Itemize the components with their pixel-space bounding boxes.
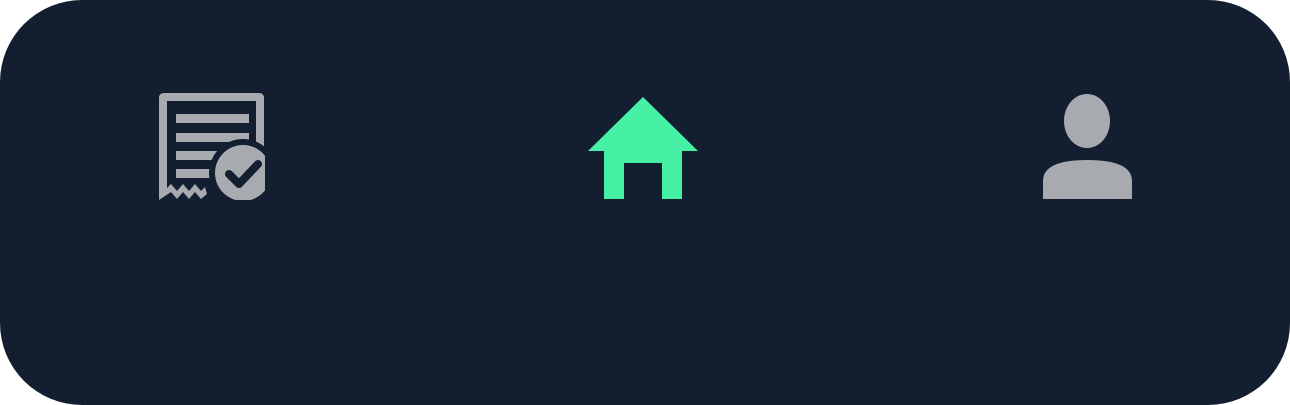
receipt-check-icon (159, 93, 265, 200)
tab-orders[interactable] (130, 70, 280, 210)
bottom-tab-bar (0, 0, 1290, 405)
person-icon (1043, 94, 1132, 199)
receipt-line (176, 169, 210, 178)
home-icon (588, 97, 698, 199)
tab-profile[interactable] (1012, 70, 1162, 210)
receipt-line (176, 114, 249, 123)
tab-home[interactable] (568, 70, 718, 210)
